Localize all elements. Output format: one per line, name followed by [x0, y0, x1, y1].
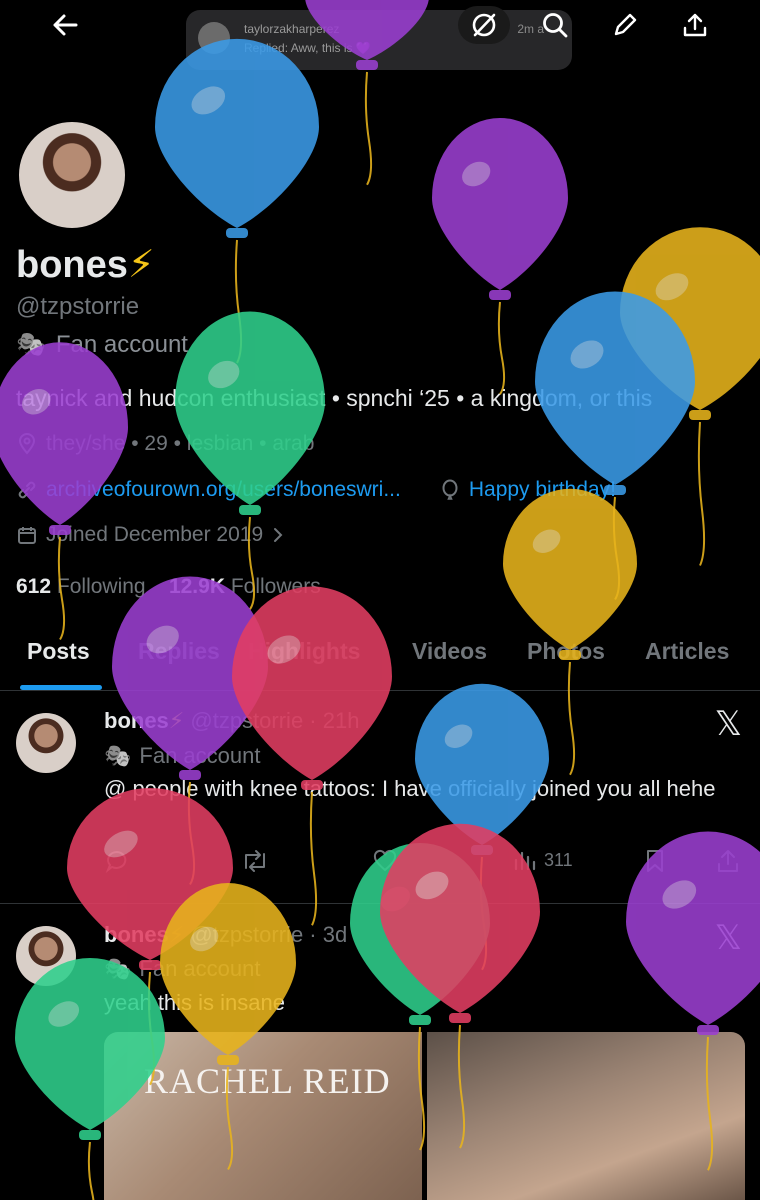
edit-icon — [614, 13, 637, 36]
birthday-link[interactable]: Happy birthday! — [469, 478, 616, 502]
account-label-text: Fan account — [55, 330, 188, 358]
account-label[interactable]: 🎭 Fan account — [16, 330, 188, 359]
reply-button[interactable] — [104, 848, 130, 874]
share-icon — [718, 850, 738, 872]
share-button[interactable] — [674, 6, 716, 44]
follow-stats: 612 Following 12.9K Followers — [16, 575, 321, 599]
search-icon — [543, 13, 568, 38]
post-account-label: 🎭 Fan account — [104, 743, 260, 769]
profile-joined: Joined December 2019 — [16, 523, 285, 547]
post-author-name: bones — [104, 922, 169, 947]
balloon — [432, 118, 568, 395]
arrow-left-icon — [53, 14, 78, 36]
post-account-label: 🎭 Fan account — [104, 956, 260, 982]
lightning-emoji: ⚡ — [168, 922, 185, 947]
notification-name: taylorzakharperez — [244, 22, 340, 36]
notification-avatar — [198, 22, 230, 54]
bookmark-icon — [647, 850, 663, 872]
like-button[interactable] — [372, 848, 398, 874]
following-count: 612 — [16, 575, 52, 598]
theater-masks-icon: 🎭 — [104, 956, 132, 981]
repost-icon — [245, 850, 265, 872]
post-avatar[interactable] — [16, 713, 76, 773]
post-divider — [0, 903, 760, 904]
post-label-text: Fan account — [139, 743, 261, 768]
profile-display-name: bones⚡ — [16, 242, 155, 287]
profile-links: archiveofourown.org/users/boneswri... Ha… — [16, 478, 616, 502]
lightning-emoji: ⚡ — [168, 708, 185, 733]
chevron-right-icon[interactable] — [271, 526, 285, 544]
following-label: Following — [56, 575, 146, 598]
followers-label: Followers — [230, 575, 321, 598]
post-media-image-1[interactable]: RACHEL REID — [104, 1032, 422, 1200]
x-logo-icon: 𝕏 — [714, 704, 742, 744]
tabs-divider — [0, 690, 760, 691]
balloon — [535, 291, 695, 601]
grok-button[interactable] — [458, 6, 510, 44]
repost-button[interactable] — [240, 848, 270, 874]
post-avatar[interactable] — [16, 926, 76, 986]
share-icon — [683, 13, 707, 37]
display-name-text: bones — [16, 244, 128, 286]
views-count: 311 — [544, 849, 573, 870]
followers-count: 12.9K — [168, 575, 225, 598]
post-share-button[interactable] — [716, 848, 740, 874]
profile-handle: @tzpstorrie — [16, 293, 140, 320]
tab-posts[interactable]: Posts — [27, 638, 90, 665]
bar-chart-icon — [514, 851, 536, 871]
profile-website-link[interactable]: archiveofourown.org/users/boneswri... — [46, 478, 401, 502]
tab-articles[interactable]: Articles — [645, 638, 729, 665]
profile-location: they/she • 29 • lesbian • arab — [16, 432, 314, 456]
joined-text: Joined December 2019 — [46, 523, 264, 546]
location-pin-icon — [18, 433, 36, 455]
notification-text: Replied: Aww, this is 💜 — [244, 41, 371, 55]
reply-icon — [105, 850, 127, 873]
lightning-emoji: ⚡ — [127, 244, 155, 286]
post-text: @ people with knee tattoos: I have offic… — [104, 776, 716, 801]
post-author[interactable]: bones⚡ @tzpstorrie · 3d — [104, 922, 347, 948]
tab-highlights[interactable]: Highlights — [248, 638, 360, 665]
balloon — [155, 38, 319, 364]
balloon — [175, 311, 325, 610]
theater-masks-icon: 🎭 — [16, 331, 46, 358]
reply-notification[interactable]: taylorzakharperez Replied: Aww, this is … — [186, 10, 572, 70]
tab-videos[interactable]: Videos — [412, 638, 487, 665]
post-label-text: Fan account — [139, 956, 261, 981]
following-link[interactable]: 612 Following — [16, 575, 146, 598]
book-cover-title: RACHEL REID — [144, 1061, 391, 1101]
back-button[interactable] — [44, 6, 86, 44]
link-icon — [18, 481, 36, 499]
tab-photos[interactable]: Photos — [527, 638, 605, 665]
calendar-icon — [18, 527, 36, 544]
search-button[interactable] — [534, 6, 576, 44]
post-author[interactable]: bones⚡ @tzpstorrie · 21h — [104, 708, 359, 734]
post-meta: @tzpstorrie · 3d — [190, 922, 348, 947]
location-text: they/she • 29 • lesbian • arab — [46, 432, 315, 455]
x-logo-icon: 𝕏 — [714, 918, 742, 958]
tab-replies[interactable]: Replies — [138, 638, 220, 665]
heart-icon — [373, 849, 397, 872]
theater-masks-icon: 🎭 — [104, 743, 132, 768]
profile-tabs: Posts Replies Highlights Videos Photos A… — [0, 630, 760, 690]
followers-link[interactable]: 12.9K Followers — [169, 575, 321, 598]
edit-button[interactable] — [604, 6, 646, 44]
post-meta: @tzpstorrie · 21h — [190, 708, 360, 733]
profile-avatar[interactable] — [16, 119, 128, 231]
post-media-image-2[interactable] — [427, 1032, 745, 1200]
balloon-icon — [442, 479, 458, 500]
grok-icon — [472, 13, 496, 37]
profile-bio: taynick and hudcon enthusiast • spnchi ‘… — [16, 385, 653, 411]
post-text: yeah this is insane — [104, 990, 285, 1015]
views-button[interactable]: 311 — [512, 848, 573, 872]
post-author-name: bones — [104, 708, 169, 733]
bookmark-button[interactable] — [644, 848, 666, 874]
balloon — [415, 683, 549, 971]
